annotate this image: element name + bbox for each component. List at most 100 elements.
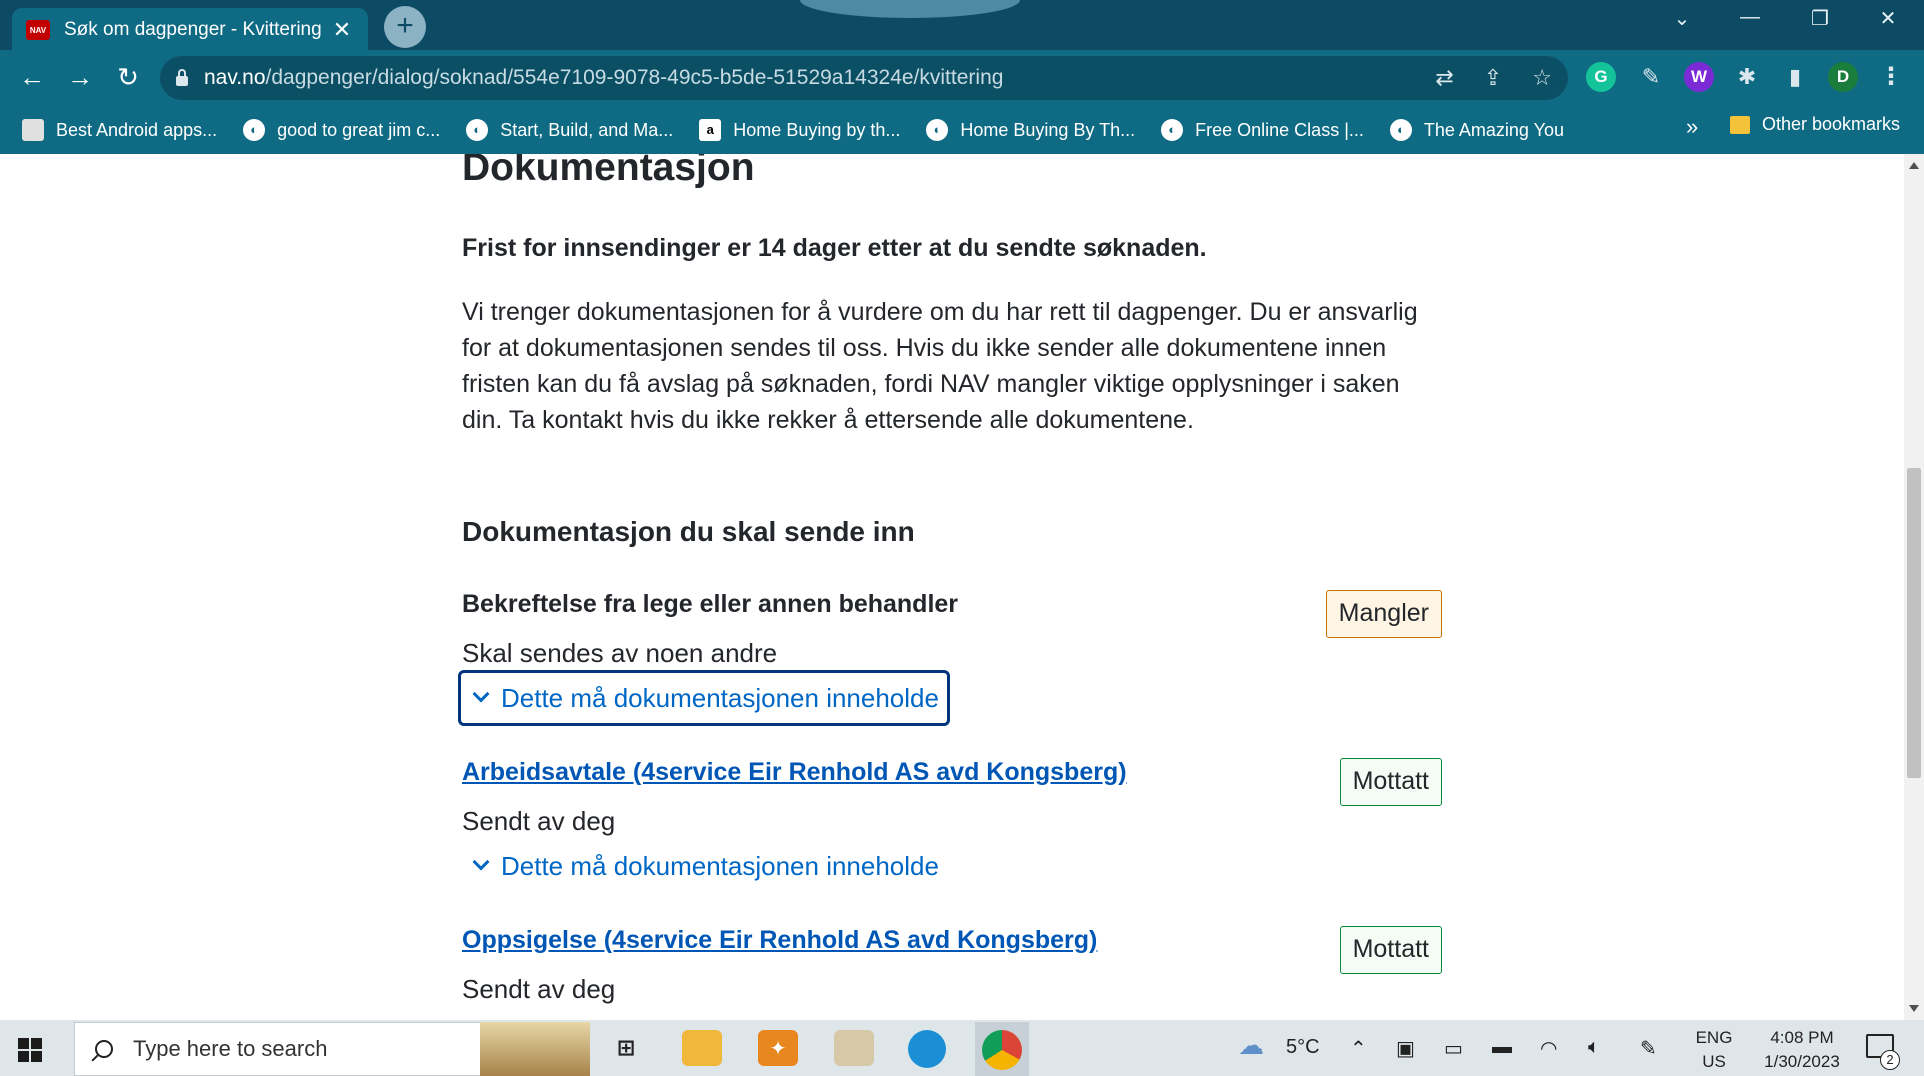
chrome-browser-icon[interactable]	[982, 1030, 1022, 1070]
browser-tab[interactable]: NAV Søk om dagpenger - Kvittering ✕	[12, 8, 368, 52]
section-heading: Dokumentasjon du skal sende inn	[462, 516, 915, 547]
bookmark-item[interactable]: ◐ Home Buying By Th...	[926, 119, 1135, 141]
bookmark-label: Free Online Class |...	[1195, 119, 1364, 140]
task-view-icon[interactable]: ⊞	[606, 1030, 646, 1066]
search-highlight-image	[480, 1022, 590, 1076]
weather-temperature[interactable]: 5°C	[1286, 1036, 1320, 1059]
bookmark-label: Home Buying by th...	[733, 119, 901, 140]
display-icon[interactable]: ▭	[1444, 1036, 1463, 1061]
extensions-puzzle-icon[interactable]: ✱	[1732, 62, 1762, 92]
address-bar[interactable]: nav.no/dagpenger/dialog/soknad/554e7109-…	[160, 56, 1568, 100]
document-sender: Sendt av deg	[462, 806, 616, 836]
status-badge-received: Mottatt	[1339, 758, 1442, 806]
wifi-icon[interactable]: ◠	[1540, 1036, 1557, 1061]
clock-date[interactable]: 1/30/2023	[1752, 1052, 1852, 1072]
scrollbar-thumb[interactable]	[1907, 468, 1921, 778]
new-tab-button[interactable]: +	[384, 6, 426, 48]
grammarly-extension-icon[interactable]: G	[1586, 62, 1616, 92]
globe-icon: ◐	[926, 119, 949, 141]
edge-browser-icon[interactable]	[908, 1030, 946, 1068]
pen-icon[interactable]: ✎	[1640, 1036, 1657, 1061]
eyedropper-extension-icon[interactable]: ✎	[1636, 62, 1666, 92]
paragraph-line: fristen kan du få avslag på søknaden, fo…	[462, 370, 1400, 398]
globe-icon: ◐	[243, 119, 266, 141]
paragraph-line: Vi trenger dokumentasjonen for å vurdere…	[462, 298, 1418, 326]
document-sender: Sendt av deg	[462, 974, 616, 1004]
restore-button[interactable]: ❐	[1800, 6, 1840, 31]
document-title: Bekreftelse fra lege eller annen behandl…	[462, 590, 959, 618]
battery-icon[interactable]: ▬	[1492, 1036, 1512, 1059]
status-badge-received: Mottatt	[1339, 926, 1442, 974]
bookmark-item[interactable]: ◐ good to great jim c...	[243, 119, 440, 141]
share-icon[interactable]: ⇪	[1484, 65, 1502, 91]
documentation-requirements-expander[interactable]: Dette må dokumentasjonen inneholde	[461, 838, 947, 894]
page-viewport: Dokumentasjon Frist for innsendinger er …	[0, 154, 1904, 1020]
tab-close-icon[interactable]: ✕	[330, 17, 354, 43]
wallet-extension-icon[interactable]: W	[1684, 62, 1714, 92]
input-language[interactable]: ENG	[1694, 1028, 1734, 1048]
weather-cloud-icon[interactable]: ☁	[1238, 1030, 1264, 1061]
url-text[interactable]: nav.no/dagpenger/dialog/soknad/554e7109-…	[204, 66, 1003, 90]
nav-favicon-icon: NAV	[26, 20, 50, 40]
document-sender: Skal sendes av noen andre	[462, 638, 778, 668]
paragraph-line: for at dokumentasjonen sendes til oss. H…	[462, 334, 1387, 362]
document-link[interactable]: Arbeidsavtale (4service Eir Renhold AS a…	[462, 758, 1127, 787]
file-explorer-icon[interactable]	[682, 1030, 722, 1066]
paragraph-line: din. Ta kontakt hvis du ikke rekker å et…	[462, 406, 1194, 434]
input-region[interactable]: US	[1694, 1052, 1734, 1072]
profile-avatar[interactable]: D	[1828, 62, 1858, 92]
scroll-up-arrow-icon[interactable]	[1909, 162, 1919, 169]
url-path: /dagpenger/dialog/soknad/554e7109-9078-4…	[265, 66, 1004, 89]
browser-menu-icon[interactable]: ⋮	[1876, 62, 1906, 92]
globe-icon: ◐	[466, 119, 489, 141]
window-decoration	[800, 0, 1020, 18]
search-placeholder: Type here to search	[133, 1036, 328, 1061]
app-orange-icon[interactable]: ✦	[758, 1030, 798, 1066]
folder-icon	[1730, 115, 1750, 134]
clock-time[interactable]: 4:08 PM	[1752, 1028, 1852, 1048]
document-link[interactable]: Oppsigelse (4service Eir Renhold AS avd …	[462, 926, 1097, 955]
side-panel-icon[interactable]: ▮	[1780, 62, 1810, 92]
documentation-paragraph: Vi trenger dokumentasjonen for å vurdere…	[462, 294, 1442, 438]
tab-search-icon[interactable]: ⌄	[1662, 6, 1702, 31]
bookmark-item[interactable]: ◐ Free Online Class |...	[1161, 119, 1364, 141]
other-bookmarks-button[interactable]: Other bookmarks	[1730, 114, 1900, 135]
bookmark-label: The Amazing You	[1423, 119, 1564, 140]
browser-titlebar: NAV Søk om dagpenger - Kvittering ✕ + ⌄ …	[0, 0, 1924, 52]
notification-count-badge: 2	[1880, 1050, 1900, 1070]
windows-start-icon[interactable]	[18, 1038, 42, 1062]
reload-button[interactable]: ↻	[110, 60, 146, 96]
globe-icon: ◐	[1161, 119, 1184, 141]
back-button[interactable]: ←	[14, 60, 50, 96]
bookmark-label: Home Buying By Th...	[960, 119, 1136, 140]
forward-button[interactable]: →	[62, 60, 98, 96]
paint-icon[interactable]	[834, 1030, 874, 1066]
browser-toolbar: ← → ↻ nav.no/dagpenger/dialog/soknad/554…	[0, 50, 1924, 106]
scroll-down-arrow-icon[interactable]	[1909, 1005, 1919, 1012]
lock-icon[interactable]	[176, 69, 188, 86]
bookmark-item[interactable]: ◐ Start, Build, and Ma...	[466, 119, 673, 141]
bookmark-item[interactable]: a Home Buying by th...	[699, 119, 900, 141]
close-window-button[interactable]: ✕	[1868, 6, 1908, 31]
windows-taskbar: Type here to search ⊞ ✦ ☁ 5°C ⌃ ▣ ▭ ▬ ◠ …	[0, 1020, 1924, 1076]
globe-icon: ◐	[1389, 119, 1412, 141]
meet-now-icon[interactable]: ▣	[1396, 1036, 1415, 1061]
bookmark-item[interactable]: ◐ The Amazing You	[1389, 119, 1564, 141]
expander-label: Dette må dokumentasjonen inneholde	[501, 682, 939, 713]
chevron-down-icon	[472, 853, 490, 871]
tab-title: Søk om dagpenger - Kvittering	[64, 19, 322, 40]
bookmarks-overflow-button[interactable]: »	[1686, 114, 1698, 140]
search-icon	[95, 1040, 113, 1058]
bookmarks-bar: Best Android apps... ◐ good to great jim…	[0, 106, 1924, 154]
volume-icon[interactable]: 🔈︎	[1588, 1036, 1600, 1059]
tray-overflow-icon[interactable]: ⌃	[1350, 1036, 1367, 1061]
status-badge-missing: Mangler	[1325, 590, 1442, 638]
bookmark-label: good to great jim c...	[277, 119, 441, 140]
documentation-requirements-expander[interactable]: Dette må dokumentasjonen inneholde	[458, 670, 950, 726]
translate-icon[interactable]: ⇄	[1435, 65, 1453, 91]
bookmark-item[interactable]: Best Android apps...	[22, 119, 217, 141]
page-title: Dokumentasjon	[462, 154, 755, 189]
minimize-button[interactable]: —	[1730, 6, 1770, 29]
page-scrollbar[interactable]	[1904, 154, 1924, 1020]
star-icon[interactable]: ☆	[1532, 65, 1552, 91]
